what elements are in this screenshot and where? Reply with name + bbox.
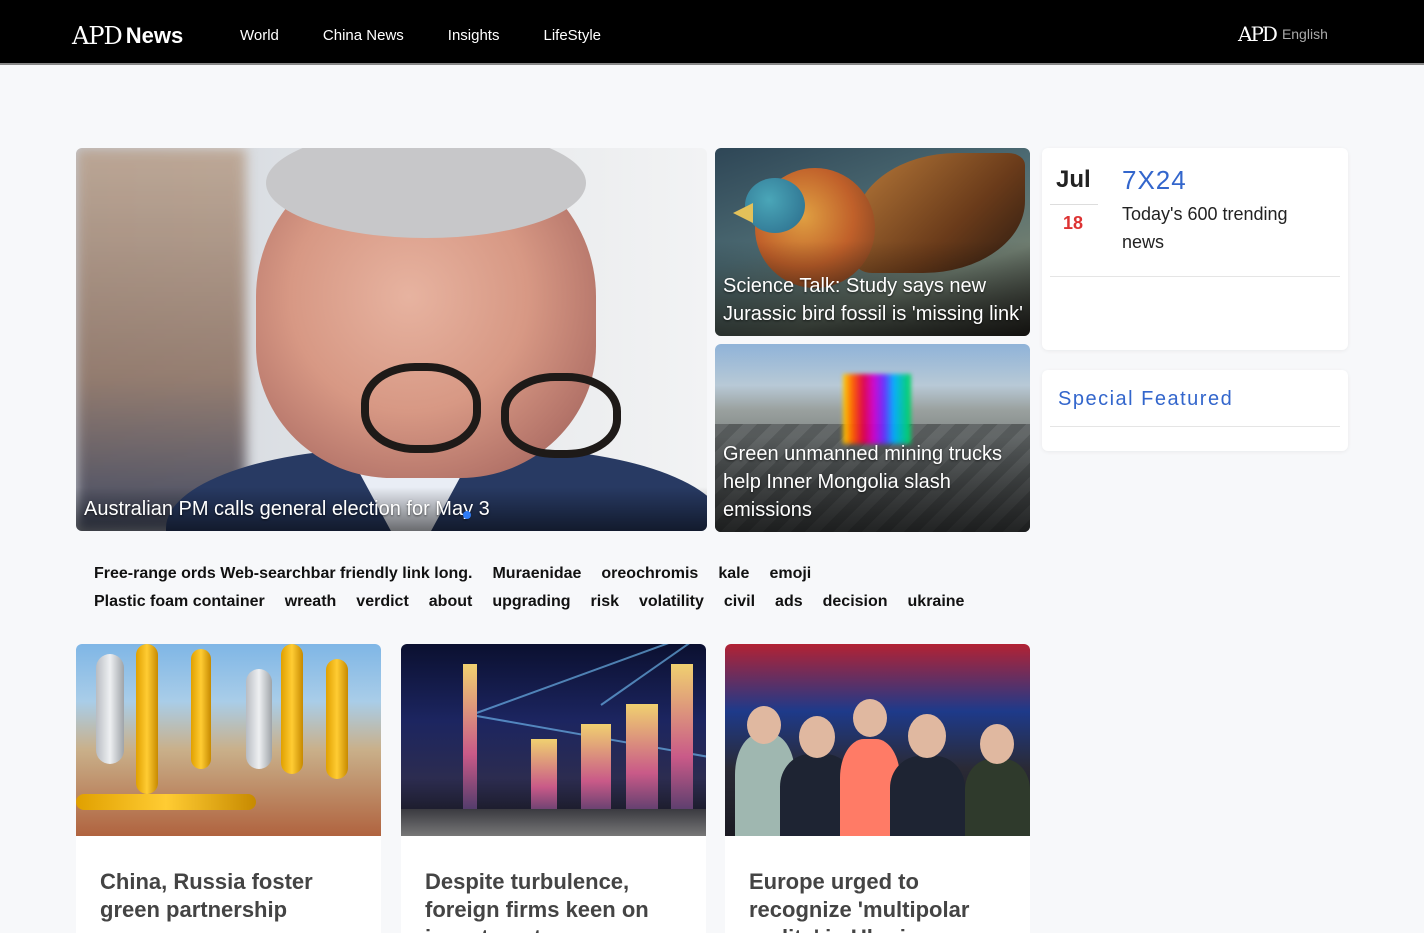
- language-switcher[interactable]: APD English: [1238, 22, 1328, 46]
- news-card-image[interactable]: [401, 644, 706, 836]
- hero-image-glasses-right: [501, 373, 621, 458]
- news-card[interactable]: Despite turbulence, foreign firms keen o…: [401, 644, 706, 933]
- date-divider: [1050, 204, 1098, 205]
- nav-world[interactable]: World: [240, 26, 279, 46]
- pipe-shape: [191, 649, 211, 769]
- news-card-title[interactable]: China, Russia foster green partnership: [100, 868, 360, 924]
- side-story-card[interactable]: Green unmanned mining trucks help Inner …: [715, 344, 1030, 532]
- date-day: 18: [1063, 213, 1084, 233]
- logo-apd-text: APD: [72, 22, 123, 50]
- pipe-shape: [76, 794, 256, 810]
- tag-link[interactable]: civil: [724, 591, 755, 613]
- face-shape: [799, 716, 835, 758]
- tag-link[interactable]: kale: [718, 563, 749, 585]
- face-shape: [980, 724, 1014, 764]
- news-card-title[interactable]: Despite turbulence, foreign firms keen o…: [425, 868, 685, 933]
- gas-tank-shape: [96, 654, 124, 764]
- pipe-shape: [281, 644, 303, 774]
- trending-widget[interactable]: Jul 18 7X24 Today's 600 trending news: [1042, 148, 1348, 350]
- hero-image-glasses-left: [361, 363, 481, 453]
- news-card[interactable]: Europe urged to recognize 'multipolar re…: [725, 644, 1030, 933]
- language-logo-icon: APD: [1238, 22, 1278, 46]
- tag-link[interactable]: ukraine: [908, 591, 965, 613]
- logo-news-text: News: [125, 23, 184, 48]
- carousel-dot[interactable]: [463, 511, 471, 519]
- featured-divider: [1050, 426, 1340, 427]
- side-story-headline[interactable]: Science Talk: Study says new Jurassic bi…: [723, 272, 1023, 328]
- trending-title[interactable]: 7X24: [1122, 164, 1187, 196]
- bird-head-shape: [745, 178, 805, 233]
- nav-insights[interactable]: Insights: [448, 26, 500, 46]
- news-card-image[interactable]: [76, 644, 381, 836]
- nav-lifestyle[interactable]: LifeStyle: [543, 26, 601, 46]
- light-beam-shape: [470, 644, 697, 716]
- bird-beak-shape: [733, 203, 753, 223]
- tag-link[interactable]: verdict: [356, 591, 408, 613]
- face-shape: [908, 714, 946, 758]
- top-navbar: APD News World China News Insights LifeS…: [0, 0, 1424, 65]
- face-shape: [747, 706, 781, 744]
- special-featured-widget[interactable]: Special Featured: [1042, 370, 1348, 451]
- tag-link[interactable]: oreochromis: [601, 563, 698, 585]
- nav-china-news[interactable]: China News: [323, 26, 404, 46]
- pipe-shape: [136, 644, 158, 794]
- tag-link[interactable]: risk: [591, 591, 619, 613]
- hero-background: [76, 148, 246, 531]
- tag-link[interactable]: decision: [823, 591, 888, 613]
- crowd-shape: [401, 809, 706, 836]
- tag-link[interactable]: upgrading: [492, 591, 570, 613]
- tag-link[interactable]: emoji: [769, 563, 811, 585]
- tag-list-row-1: Free-range ords Web-searchbar friendly l…: [94, 563, 831, 585]
- pipe-shape: [326, 659, 348, 779]
- tag-link[interactable]: Muraenidae: [492, 563, 581, 585]
- gas-tank-shape: [246, 669, 272, 769]
- site-logo[interactable]: APD News: [72, 18, 183, 50]
- building-shape: [626, 704, 658, 819]
- news-card[interactable]: China, Russia foster green partnership: [76, 644, 381, 933]
- building-shape: [531, 739, 557, 819]
- tag-link[interactable]: ads: [775, 591, 803, 613]
- hero-headline[interactable]: Australian PM calls general election for…: [84, 497, 490, 521]
- building-shape: [671, 664, 693, 819]
- trending-divider: [1050, 276, 1340, 277]
- tower-shape: [463, 664, 477, 814]
- face-shape: [853, 699, 887, 737]
- trending-subtitle: Today's 600 trending news: [1122, 204, 1288, 252]
- person-shape: [890, 756, 965, 836]
- main-nav: World China News Insights LifeStyle: [240, 26, 601, 46]
- person-shape: [965, 759, 1030, 836]
- tag-link[interactable]: wreath: [285, 591, 337, 613]
- hero-story[interactable]: Australian PM calls general election for…: [76, 148, 707, 531]
- tag-link[interactable]: Free-range ords Web-searchbar friendly l…: [94, 563, 472, 585]
- tag-link[interactable]: about: [429, 591, 473, 613]
- special-featured-title[interactable]: Special Featured: [1058, 386, 1233, 412]
- building-shape: [581, 724, 611, 819]
- news-card-title[interactable]: Europe urged to recognize 'multipolar re…: [749, 868, 1009, 933]
- tag-list-row-2: Plastic foam container wreath verdict ab…: [94, 591, 984, 613]
- date-month: Jul: [1056, 166, 1091, 193]
- side-story-card[interactable]: Science Talk: Study says new Jurassic bi…: [715, 148, 1030, 336]
- news-card-image[interactable]: [725, 644, 1030, 836]
- tag-link[interactable]: Plastic foam container: [94, 591, 265, 613]
- rainbow-smoke-shape: [843, 374, 911, 444]
- side-story-headline[interactable]: Green unmanned mining trucks help Inner …: [723, 440, 1023, 524]
- language-label: English: [1281, 26, 1328, 42]
- tag-link[interactable]: volatility: [639, 591, 704, 613]
